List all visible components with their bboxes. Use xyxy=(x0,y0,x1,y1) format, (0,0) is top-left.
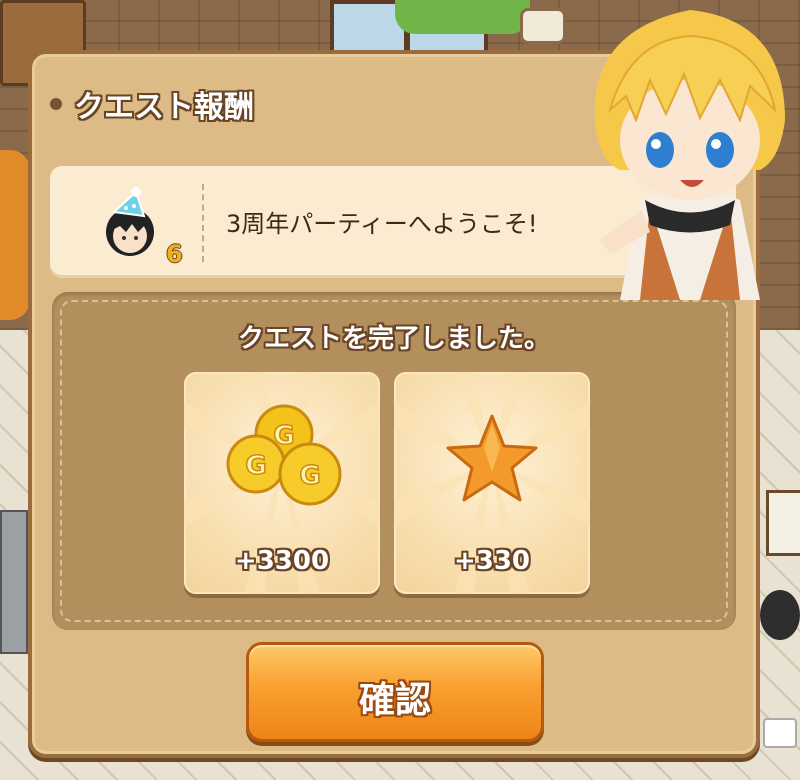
background-shelf xyxy=(766,490,800,556)
party-hat-avatar-icon: 6 xyxy=(98,186,183,268)
background-cup xyxy=(763,718,797,748)
quest-divider xyxy=(202,184,204,262)
star-icon xyxy=(446,414,538,502)
title-bullet-icon xyxy=(50,98,62,110)
quest-level-badge: 6 xyxy=(166,240,183,268)
character-portrait xyxy=(594,10,785,300)
background-tree xyxy=(0,150,30,320)
quest-complete-heading: クエストを完了しました。 xyxy=(237,324,550,354)
confirm-button-label: 確認 xyxy=(358,680,431,721)
svg-text:G: G xyxy=(245,451,266,481)
background-lantern xyxy=(520,8,566,44)
reward-card-gold: G G G +3300 xyxy=(184,372,380,594)
svg-text:G: G xyxy=(299,461,320,491)
gold-coins-icon: G G G xyxy=(226,404,342,506)
dialog-title: クエスト報酬 xyxy=(74,90,254,125)
reward-card-star: +330 xyxy=(394,372,590,594)
gold-reward-amount: +3300 xyxy=(234,546,330,576)
confirm-button[interactable]: 確認 xyxy=(246,642,544,742)
background-pot xyxy=(760,590,800,640)
svg-text:G: G xyxy=(273,421,294,451)
background-hedge xyxy=(395,0,530,34)
background-stove xyxy=(0,510,28,654)
quest-name: 3周年パーティーへようこそ! xyxy=(226,210,538,238)
reward-panel: クエストを完了しました。 G G G +3300 +330 xyxy=(52,292,736,630)
dialog-title-row: クエスト報酬 xyxy=(50,84,254,125)
star-reward-amount: +330 xyxy=(453,546,531,576)
